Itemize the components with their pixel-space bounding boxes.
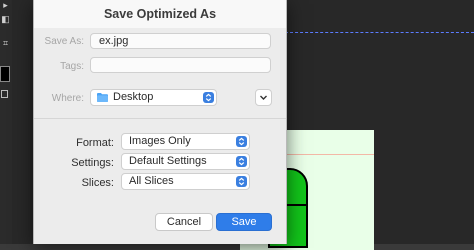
settings-label: Settings: (71, 157, 114, 169)
folder-icon (97, 93, 108, 102)
popup-stepper-icon (236, 136, 247, 147)
tags-field[interactable] (90, 57, 271, 73)
tags-label: Tags: (60, 61, 84, 72)
slice-guide (285, 154, 374, 155)
format-label: Format: (76, 137, 114, 149)
settings-popup[interactable]: Default Settings (121, 153, 250, 170)
format-value: Images Only (129, 135, 191, 147)
foreground-color-swatch[interactable] (0, 66, 10, 82)
crop-tool-icon[interactable]: ⌗ (1, 38, 10, 48)
cancel-button[interactable]: Cancel (155, 213, 213, 231)
slices-label: Slices: (81, 177, 114, 189)
save-as-label: Save As: (44, 36, 84, 47)
chevron-down-icon (260, 95, 267, 100)
where-value: Desktop (113, 91, 154, 103)
dialog-title: Save Optimized As (103, 7, 217, 21)
quick-mask-icon[interactable] (1, 90, 8, 98)
format-popup[interactable]: Images Only (121, 133, 250, 150)
move-tool-icon[interactable]: ▸ (1, 0, 10, 10)
save-optimized-dialog: Save Optimized As Save As: ex.jpg Tags: … (33, 0, 287, 244)
settings-value: Default Settings (129, 155, 207, 167)
save-button[interactable]: Save (216, 213, 272, 231)
marquee-tool-icon[interactable]: ◧ (1, 14, 10, 24)
tools-panel: ▸ ◧ ⌗ (0, 0, 12, 244)
section-divider (34, 118, 286, 119)
popup-stepper-icon (236, 156, 247, 167)
popup-stepper-icon (203, 92, 214, 103)
where-label: Where: (51, 93, 84, 104)
slices-value: All Slices (129, 175, 174, 187)
popup-stepper-icon (236, 176, 247, 187)
slices-popup[interactable]: All Slices (121, 173, 250, 190)
expand-button[interactable] (255, 89, 272, 106)
guide-line (285, 32, 474, 33)
dialog-title-bar: Save Optimized As (34, 0, 286, 28)
where-popup[interactable]: Desktop (90, 89, 217, 106)
save-as-field[interactable]: ex.jpg (90, 33, 271, 49)
